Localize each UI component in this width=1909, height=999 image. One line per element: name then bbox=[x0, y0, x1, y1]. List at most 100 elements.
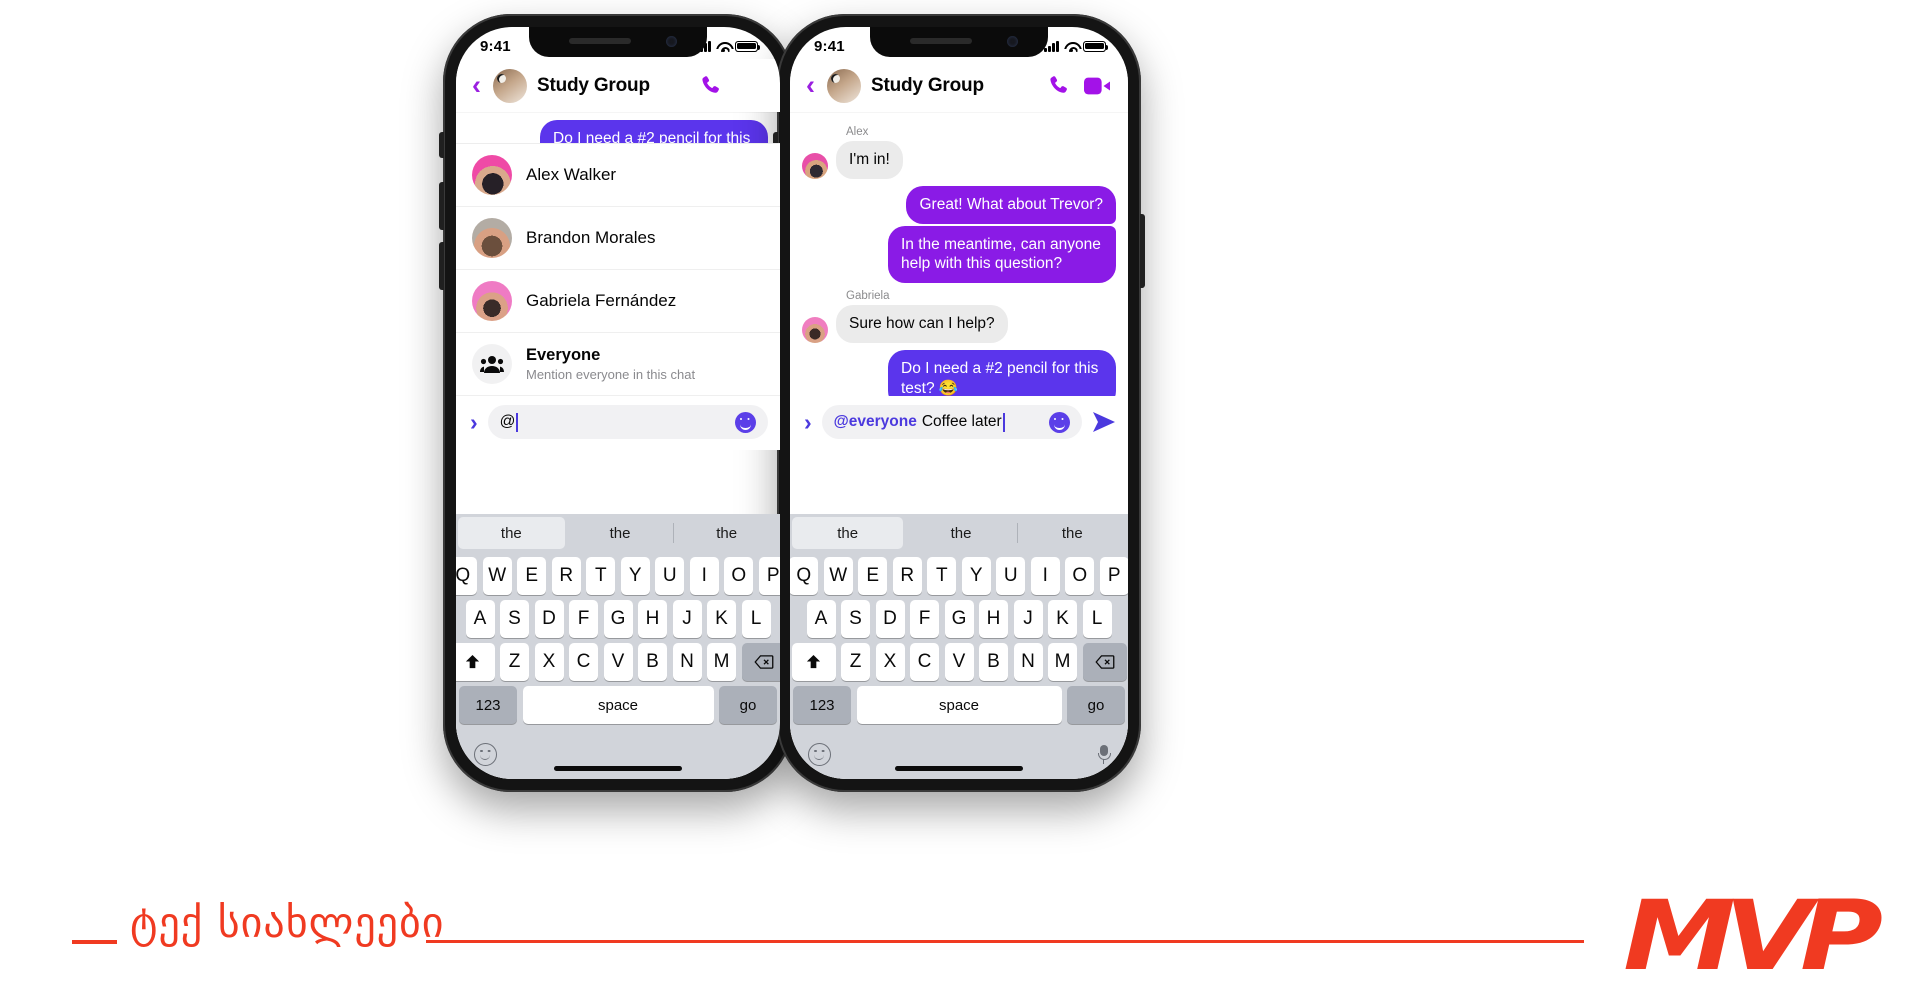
send-icon[interactable] bbox=[1092, 411, 1116, 433]
key-p[interactable]: P bbox=[758, 557, 780, 595]
numbers-key[interactable]: 123 bbox=[793, 686, 851, 724]
key-y[interactable]: Y bbox=[620, 557, 650, 595]
key-f[interactable]: F bbox=[569, 600, 598, 638]
key-w[interactable]: W bbox=[482, 557, 512, 595]
message-bubble[interactable]: Sure how can I help? bbox=[836, 305, 1008, 344]
key-l[interactable]: L bbox=[741, 600, 771, 638]
mention-item-alex[interactable]: Alex Walker bbox=[456, 144, 780, 207]
message-bubble[interactable]: I'm in! bbox=[836, 141, 903, 179]
mention-item-brandon[interactable]: Brandon Morales bbox=[456, 207, 780, 270]
microphone-icon[interactable] bbox=[1097, 744, 1111, 764]
key-y[interactable]: Y bbox=[961, 557, 991, 595]
key-m[interactable]: M bbox=[707, 643, 736, 681]
key-m[interactable]: M bbox=[1048, 643, 1077, 681]
key-j[interactable]: J bbox=[672, 600, 702, 638]
key-t[interactable]: T bbox=[927, 557, 957, 595]
prediction-2[interactable]: the bbox=[673, 514, 780, 552]
key-t[interactable]: T bbox=[586, 557, 616, 595]
key-r[interactable]: R bbox=[892, 557, 922, 595]
go-key[interactable]: go bbox=[1067, 686, 1125, 724]
key-s[interactable]: S bbox=[500, 600, 529, 638]
key-u[interactable]: U bbox=[996, 557, 1026, 595]
key-q[interactable]: Q bbox=[790, 557, 819, 595]
key-g[interactable]: G bbox=[603, 600, 633, 638]
message-input[interactable]: @ bbox=[487, 405, 768, 439]
key-v[interactable]: V bbox=[603, 643, 633, 681]
key-o[interactable]: O bbox=[1065, 557, 1095, 595]
conversation-avatar[interactable] bbox=[493, 68, 527, 103]
mute-switch[interactable] bbox=[439, 132, 444, 158]
back-button[interactable]: ‹ bbox=[806, 72, 815, 99]
key-k[interactable]: K bbox=[1048, 600, 1077, 638]
key-e[interactable]: E bbox=[517, 557, 547, 595]
emoji-face-icon[interactable] bbox=[474, 742, 497, 766]
key-k[interactable]: K bbox=[707, 600, 736, 638]
mention-item-everyone[interactable]: Everyone Mention everyone in this chat bbox=[456, 333, 780, 396]
phone-icon[interactable] bbox=[1047, 74, 1070, 97]
key-i[interactable]: I bbox=[689, 557, 719, 595]
expand-actions-button[interactable]: › bbox=[804, 410, 812, 434]
key-d[interactable]: D bbox=[534, 600, 564, 638]
key-a[interactable]: A bbox=[465, 600, 495, 638]
key-c[interactable]: C bbox=[910, 643, 939, 681]
backspace-key[interactable] bbox=[741, 643, 780, 681]
emoji-face-icon[interactable] bbox=[808, 742, 831, 766]
key-g[interactable]: G bbox=[944, 600, 974, 638]
home-indicator[interactable] bbox=[554, 766, 682, 771]
prediction-0[interactable]: the bbox=[458, 517, 565, 549]
prediction-0[interactable]: the bbox=[792, 517, 904, 549]
prediction-1[interactable]: the bbox=[905, 514, 1016, 552]
prediction-2[interactable]: the bbox=[1016, 514, 1128, 552]
key-h[interactable]: H bbox=[979, 600, 1008, 638]
volume-down-button[interactable] bbox=[439, 242, 444, 290]
prediction-1[interactable]: the bbox=[567, 514, 674, 552]
key-n[interactable]: N bbox=[672, 643, 702, 681]
space-key[interactable]: space bbox=[522, 686, 714, 724]
key-j[interactable]: J bbox=[1013, 600, 1043, 638]
emoji-icon[interactable] bbox=[1049, 411, 1070, 433]
key-u[interactable]: U bbox=[655, 557, 685, 595]
key-c[interactable]: C bbox=[569, 643, 598, 681]
message-bubble[interactable]: In the meantime, can anyone help with th… bbox=[888, 225, 1116, 284]
key-v[interactable]: V bbox=[944, 643, 974, 681]
video-icon[interactable] bbox=[1084, 77, 1110, 95]
key-x[interactable]: X bbox=[534, 643, 564, 681]
back-button[interactable]: ‹ bbox=[472, 72, 481, 99]
key-h[interactable]: H bbox=[638, 600, 667, 638]
key-l[interactable]: L bbox=[1082, 600, 1112, 638]
phone-icon[interactable] bbox=[699, 74, 722, 97]
key-z[interactable]: Z bbox=[841, 643, 870, 681]
key-b[interactable]: B bbox=[979, 643, 1008, 681]
message-bubble[interactable]: Great! What about Trevor? bbox=[906, 185, 1116, 224]
message-input[interactable]: @everyone Coffee later bbox=[821, 405, 1082, 439]
key-a[interactable]: A bbox=[806, 600, 836, 638]
emoji-icon[interactable] bbox=[735, 411, 756, 433]
expand-actions-button[interactable]: › bbox=[470, 410, 478, 434]
backspace-key[interactable] bbox=[1082, 643, 1127, 681]
key-f[interactable]: F bbox=[910, 600, 939, 638]
key-o[interactable]: O bbox=[724, 557, 754, 595]
slide-canvas: 9:41 ‹ Study Group Do I need a #2 pencil… bbox=[0, 0, 1909, 999]
key-r[interactable]: R bbox=[551, 557, 581, 595]
key-s[interactable]: S bbox=[841, 600, 870, 638]
key-p[interactable]: P bbox=[1099, 557, 1128, 595]
go-key[interactable]: go bbox=[719, 686, 777, 724]
key-x[interactable]: X bbox=[875, 643, 905, 681]
mention-item-gabriela[interactable]: Gabriela Fernández bbox=[456, 270, 780, 333]
numbers-key[interactable]: 123 bbox=[459, 686, 517, 724]
key-i[interactable]: I bbox=[1030, 557, 1060, 595]
key-z[interactable]: Z bbox=[500, 643, 529, 681]
key-w[interactable]: W bbox=[823, 557, 853, 595]
key-n[interactable]: N bbox=[1013, 643, 1043, 681]
volume-up-button[interactable] bbox=[439, 182, 444, 230]
key-d[interactable]: D bbox=[875, 600, 905, 638]
shift-key[interactable] bbox=[791, 643, 836, 681]
power-button[interactable] bbox=[1140, 214, 1145, 288]
shift-key[interactable] bbox=[456, 643, 495, 681]
home-indicator[interactable] bbox=[895, 766, 1023, 771]
conversation-avatar[interactable] bbox=[827, 68, 861, 103]
key-b[interactable]: B bbox=[638, 643, 667, 681]
key-q[interactable]: Q bbox=[456, 557, 478, 595]
key-e[interactable]: E bbox=[858, 557, 888, 595]
space-key[interactable]: space bbox=[856, 686, 1062, 724]
